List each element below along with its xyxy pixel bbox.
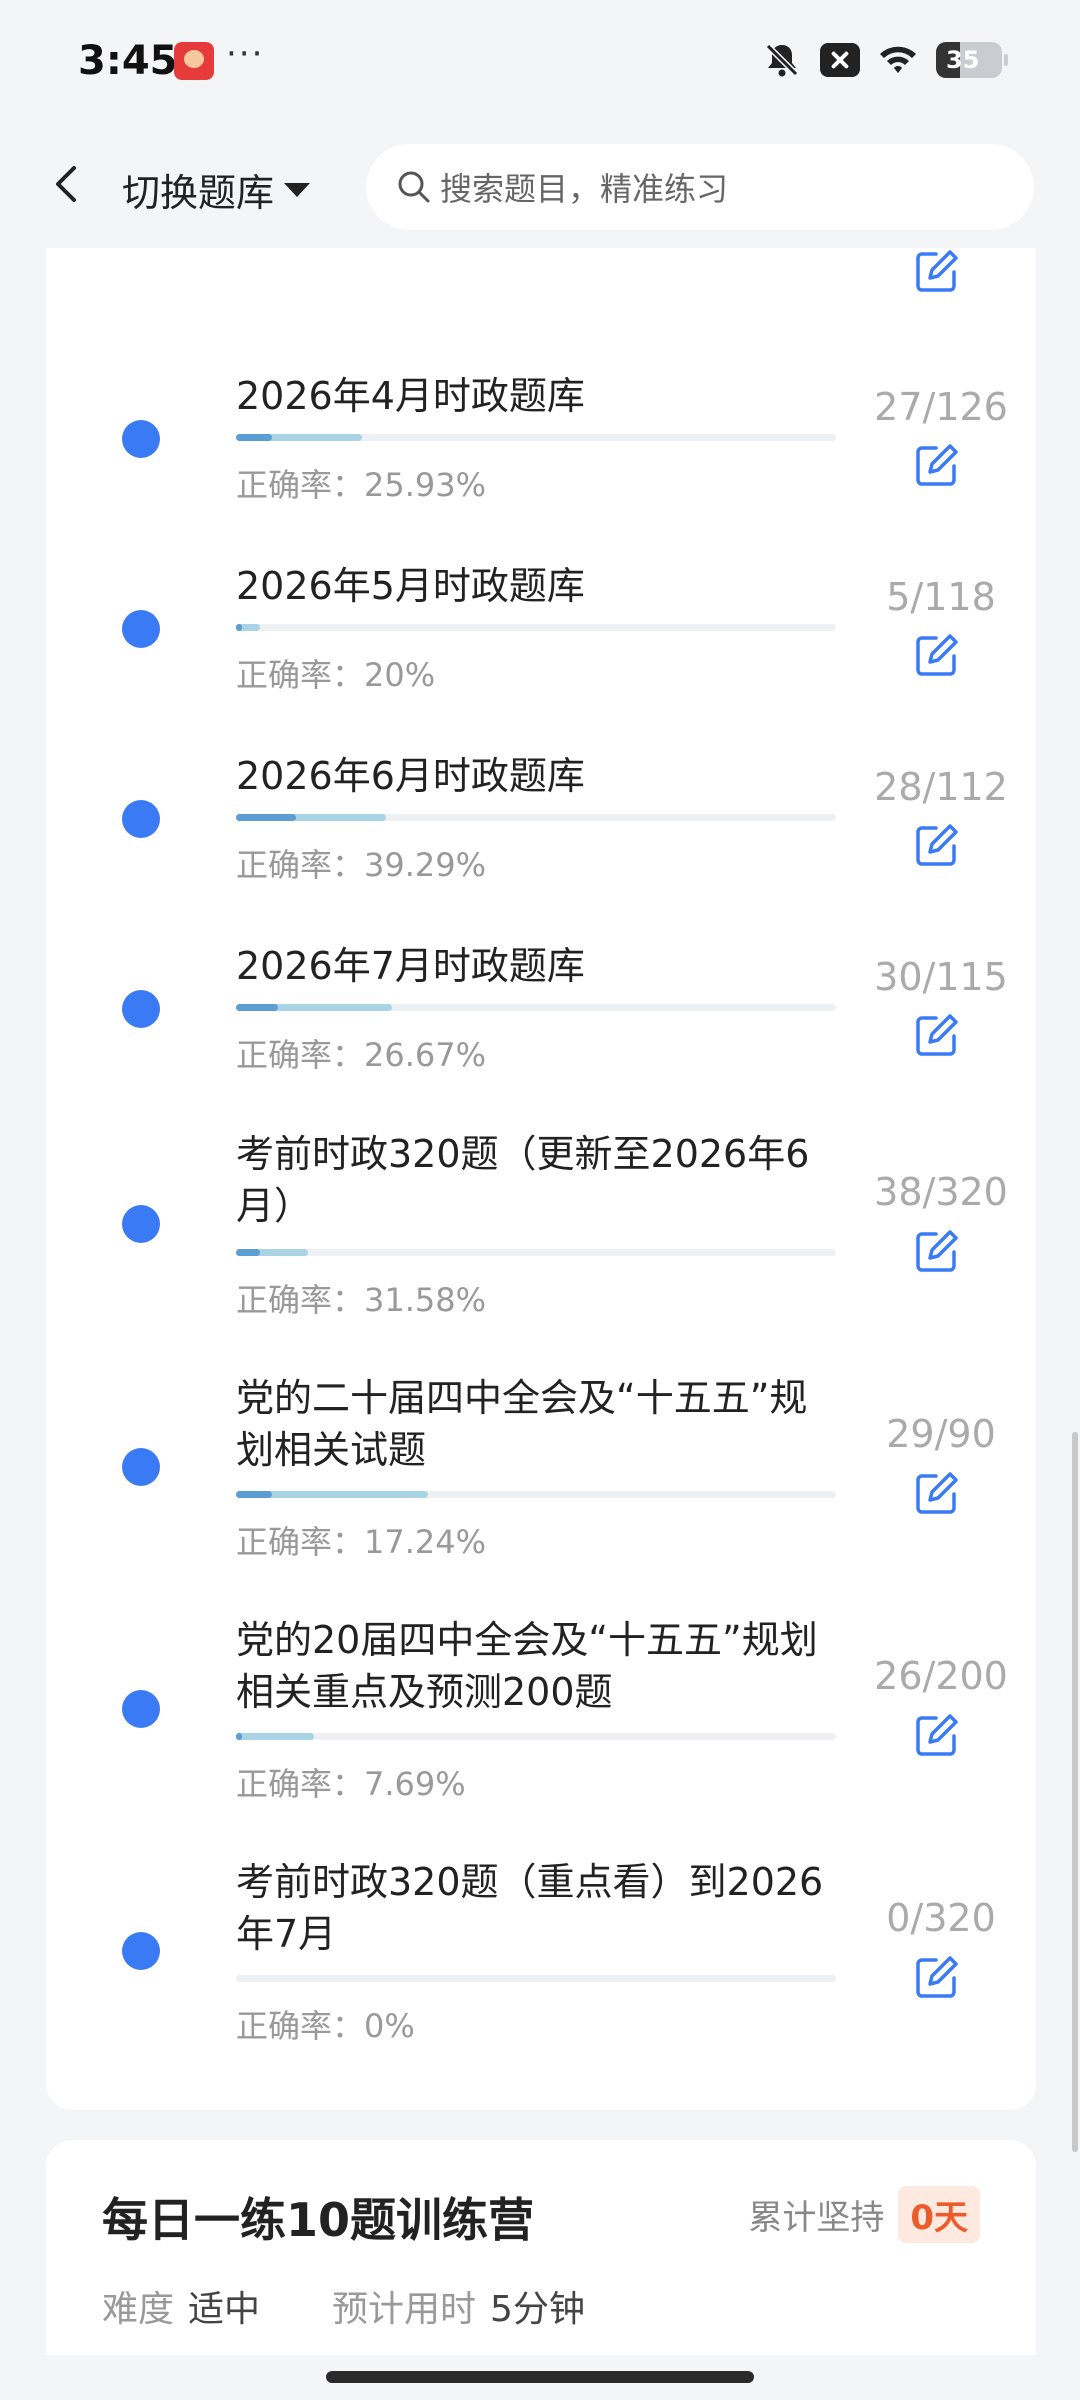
progress-count: 5/118 bbox=[886, 575, 996, 619]
bank-title[interactable]: 2026年6月时政题库 bbox=[236, 750, 836, 802]
accuracy-text: 正确率：25.93% bbox=[236, 466, 487, 504]
time-label: 预计用时 bbox=[332, 2289, 477, 2330]
app-notification-icon bbox=[174, 42, 214, 80]
battery-percent: 35 bbox=[946, 46, 980, 74]
accuracy-text: 正确率：7.69% bbox=[236, 1765, 466, 1803]
progress-done bbox=[236, 1733, 314, 1740]
progress-correct bbox=[236, 624, 242, 631]
streak-label: 累计坚持 bbox=[748, 2198, 885, 2238]
back-arrow-icon[interactable] bbox=[46, 160, 86, 208]
bank-title[interactable]: 考前时政320题（更新至2026年6月） bbox=[236, 1128, 836, 1232]
battery-icon: 35 bbox=[936, 42, 1008, 78]
progress-count: 28/112 bbox=[874, 765, 1008, 809]
scrollbar[interactable] bbox=[1072, 1432, 1078, 2152]
practice-edit-icon[interactable] bbox=[914, 248, 960, 294]
search-input[interactable]: 搜索题目，精准练习 bbox=[366, 144, 1034, 230]
progress-count: 29/90 bbox=[886, 1412, 996, 1456]
accuracy-text: 正确率：20% bbox=[236, 656, 436, 694]
accuracy-text: 正确率：39.29% bbox=[236, 846, 487, 884]
progress-correct bbox=[236, 434, 272, 441]
bullet-dot bbox=[122, 420, 160, 458]
bullet-dot bbox=[122, 1932, 160, 1970]
practice-edit-icon[interactable] bbox=[914, 822, 960, 868]
caret-down-icon bbox=[284, 182, 311, 197]
bullet-dot bbox=[122, 800, 160, 838]
question-bank-list[interactable]: 正确率：0% 2026年4月时政题库正确率：25.93% 27/126 2026年5月… bbox=[46, 180, 1036, 2110]
switch-bank-label: 切换题库 bbox=[122, 171, 275, 215]
progress-correct bbox=[236, 1004, 278, 1011]
time-value: 5分钟 bbox=[490, 2289, 585, 2330]
bullet-dot bbox=[122, 1690, 160, 1728]
accuracy-text: 正确率：0% bbox=[236, 2007, 415, 2045]
bullet-dot bbox=[122, 1448, 160, 1486]
progress-bar bbox=[236, 1249, 836, 1256]
practice-edit-icon[interactable] bbox=[914, 1470, 960, 1516]
practice-edit-icon[interactable] bbox=[914, 1228, 960, 1274]
practice-edit-icon[interactable] bbox=[914, 1012, 960, 1058]
close-notification-icon bbox=[820, 43, 860, 77]
wifi-icon bbox=[878, 40, 918, 80]
switch-bank-button[interactable]: 切换题库 bbox=[122, 162, 311, 217]
difficulty-label: 难度 bbox=[102, 2289, 175, 2330]
progress-bar bbox=[236, 434, 836, 441]
top-bar: 切换题库 搜索题目，精准练习 bbox=[0, 120, 1080, 248]
practice-edit-icon[interactable] bbox=[914, 632, 960, 678]
bank-title[interactable]: 2026年4月时政题库 bbox=[236, 370, 836, 422]
question-bank-card: 正确率：0% 2026年4月时政题库正确率：25.93% 27/126 2026年5月… bbox=[46, 180, 1036, 2110]
progress-count: 0/320 bbox=[886, 1896, 996, 1940]
practice-edit-icon[interactable] bbox=[914, 1712, 960, 1758]
progress-bar bbox=[236, 624, 836, 631]
progress-correct bbox=[236, 1491, 272, 1498]
status-icons: 35 bbox=[762, 40, 1008, 80]
progress-count: 38/320 bbox=[874, 1170, 1008, 1214]
practice-edit-icon[interactable] bbox=[914, 1954, 960, 2000]
progress-count: 30/115 bbox=[874, 955, 1008, 999]
bank-title[interactable]: 考前时政320题（重点看）到2026年7月 bbox=[236, 1856, 836, 1960]
streak-badge: 0天 bbox=[898, 2186, 980, 2243]
progress-bar bbox=[236, 1004, 836, 1011]
home-indicator[interactable] bbox=[326, 2371, 754, 2383]
bullet-dot bbox=[122, 990, 160, 1028]
progress-count: 26/200 bbox=[874, 1654, 1008, 1698]
search-icon bbox=[396, 169, 432, 205]
accuracy-text: 正确率：31.58% bbox=[236, 1281, 487, 1319]
streak: 累计坚持 0天 bbox=[748, 2186, 980, 2243]
progress-bar bbox=[236, 1733, 836, 1740]
progress-bar bbox=[236, 1491, 836, 1498]
camp-title: 每日一练10题训练营 bbox=[102, 2193, 535, 2247]
bank-title[interactable]: 2026年5月时政题库 bbox=[236, 560, 836, 612]
progress-correct bbox=[236, 1733, 242, 1740]
camp-meta: 难度 适中 预计用时 5分钟 bbox=[102, 2280, 657, 2332]
bullet-dot bbox=[122, 1205, 160, 1243]
progress-bar bbox=[236, 1975, 836, 1982]
bank-title[interactable]: 2026年7月时政题库 bbox=[236, 940, 836, 992]
more-notifications-icon: ··· bbox=[226, 34, 265, 74]
bank-title[interactable]: 党的20届四中全会及“十五五”规划相关重点及预测200题 bbox=[236, 1614, 836, 1718]
progress-bar bbox=[236, 814, 836, 821]
search-placeholder: 搜索题目，精准练习 bbox=[440, 170, 729, 208]
accuracy-text: 正确率：17.24% bbox=[236, 1523, 487, 1561]
accuracy-text: 正确率：26.67% bbox=[236, 1036, 487, 1074]
difficulty-value: 适中 bbox=[188, 2289, 261, 2330]
status-bar: 3:45 ··· 35 bbox=[0, 0, 1080, 120]
progress-count: 27/126 bbox=[874, 385, 1008, 429]
bell-off-icon bbox=[762, 40, 802, 80]
bullet-dot bbox=[122, 610, 160, 648]
practice-edit-icon[interactable] bbox=[914, 442, 960, 488]
bank-title[interactable]: 党的二十届四中全会及“十五五”规划相关试题 bbox=[236, 1372, 836, 1476]
progress-correct bbox=[236, 1249, 260, 1256]
status-time: 3:45 bbox=[78, 38, 178, 84]
progress-correct bbox=[236, 814, 296, 821]
